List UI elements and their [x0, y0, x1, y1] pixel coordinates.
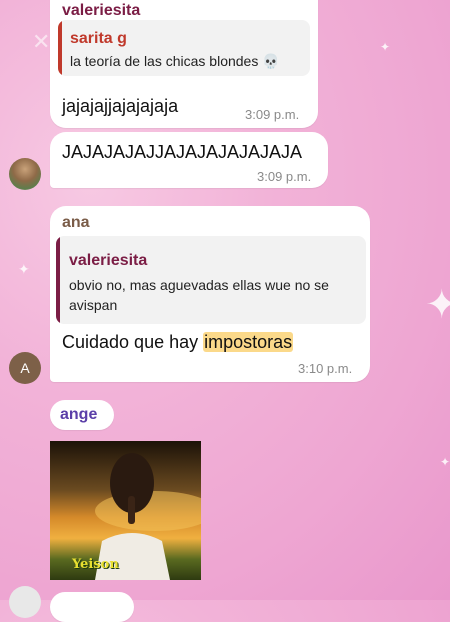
sparkle-decoration: ✦: [18, 262, 30, 278]
avatar[interactable]: [9, 586, 41, 618]
sparkle-decoration: ✦: [380, 40, 391, 54]
message-time: 3:09 p.m.: [245, 107, 300, 122]
message-text: Cuidado que hay impostoras: [62, 332, 294, 353]
message-text: JAJAJAJAJJAJAJAJAJAJAJA: [62, 142, 303, 162]
sparkle-decoration: ✕: [32, 30, 51, 55]
message-text: jajajajjajajajaja: [62, 96, 179, 116]
reply-quote[interactable]: sarita g la teoría de las chicas blondes…: [58, 20, 310, 76]
sparkle-decoration: ✦: [440, 455, 450, 469]
message-time: 3:10 p.m.: [298, 361, 353, 376]
reply-sender-name: sarita g: [70, 30, 127, 47]
reply-sender-name: valeriesita: [69, 252, 148, 269]
image-message[interactable]: Yeison: [50, 441, 201, 580]
sender-name[interactable]: ana: [62, 214, 90, 232]
avatar[interactable]: A: [9, 352, 41, 384]
avatar[interactable]: [9, 158, 41, 190]
reply-quote[interactable]: valeriesita obvio no, mas aguevadas ella…: [56, 236, 366, 324]
reply-bar: [56, 236, 60, 324]
message-time: 3:09 p.m.: [257, 169, 312, 184]
message-bubble[interactable]: [50, 592, 134, 622]
message-text-plain: Cuidado que hay: [62, 332, 204, 352]
reply-bar: [58, 20, 62, 76]
reply-text: la teoría de las chicas blondes 💀: [70, 53, 280, 69]
reply-text-line: obvio no, mas aguevadas ellas wue no se: [69, 277, 329, 293]
sparkle-decoration: ✦: [425, 282, 450, 328]
sender-name[interactable]: ange: [60, 406, 97, 424]
avatar-letter: A: [20, 360, 30, 376]
reply-text-line: avispan: [69, 297, 118, 313]
message-bubble[interactable]: ana valeriesita obvio no, mas aguevadas …: [50, 206, 370, 382]
sender-chip[interactable]: ange: [50, 400, 114, 430]
sender-name[interactable]: valeriesita: [62, 2, 140, 20]
highlighted-search-term: impostoras: [203, 332, 294, 352]
message-bubble[interactable]: valeriesita sarita g la teoría de las ch…: [50, 0, 318, 128]
image-caption: Yeison: [72, 557, 119, 572]
message-bubble[interactable]: JAJAJAJAJJAJAJAJAJAJAJA 3:09 p.m.: [50, 132, 328, 188]
